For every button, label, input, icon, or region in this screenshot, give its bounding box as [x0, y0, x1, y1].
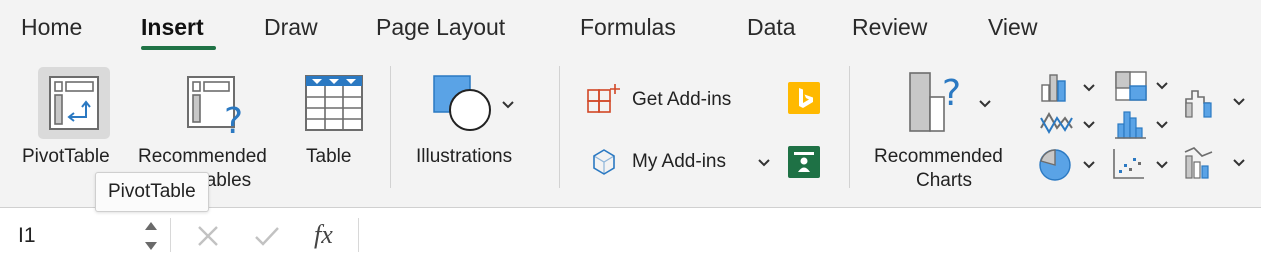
active-tab-indicator — [141, 46, 216, 50]
tab-page-layout[interactable]: Page Layout — [376, 14, 505, 41]
svg-text:?: ? — [224, 101, 243, 139]
tooltip: PivotTable — [95, 172, 209, 212]
histogram-chart-icon — [1115, 111, 1168, 139]
formula-bar-divider — [170, 218, 171, 252]
enter-edit-button[interactable] — [250, 220, 284, 252]
treemap-chart-icon — [1115, 71, 1168, 101]
bing-maps-button[interactable] — [788, 82, 820, 114]
name-box-value: I1 — [18, 224, 36, 247]
recommended-pivottables-icon: ? — [187, 76, 243, 142]
scatter-chart-button[interactable] — [1110, 146, 1174, 182]
pivottable-button[interactable] — [38, 67, 110, 139]
name-box[interactable]: I1 — [0, 208, 168, 263]
x-icon — [198, 226, 218, 246]
pivottable-label: PivotTable — [22, 146, 110, 167]
table-button[interactable] — [298, 67, 370, 139]
waterfall-chart-icon — [1185, 90, 1245, 118]
recommended-charts-label-line2: Charts — [916, 170, 972, 191]
scatter-chart-icon — [1113, 149, 1168, 179]
statistic-chart-button[interactable] — [1112, 106, 1174, 142]
column-chart-icon — [1041, 74, 1095, 102]
fx-icon: fx — [314, 220, 333, 249]
addins-cube-icon — [593, 149, 615, 175]
tab-draw[interactable]: Draw — [264, 14, 318, 41]
pie-chart-icon — [1039, 149, 1095, 181]
illustrations-button[interactable] — [428, 70, 524, 142]
illustrations-icon — [433, 75, 514, 131]
recommended-charts-button[interactable]: ? — [900, 67, 1010, 143]
tab-formulas[interactable]: Formulas — [580, 14, 676, 41]
people-graph-icon — [794, 152, 814, 172]
get-addins-label: Get Add-ins — [632, 89, 732, 110]
column-chart-button[interactable] — [1038, 71, 1100, 103]
tab-home[interactable]: Home — [21, 14, 82, 41]
line-chart-button[interactable] — [1038, 108, 1100, 140]
formula-bar: I1 fx — [0, 207, 1261, 263]
bing-icon — [799, 88, 813, 108]
pie-chart-button[interactable] — [1036, 146, 1100, 182]
group-separator — [390, 66, 391, 188]
check-icon — [255, 227, 279, 246]
cancel-edit-button[interactable] — [192, 220, 224, 252]
tab-data[interactable]: Data — [747, 14, 796, 41]
get-addins-button[interactable]: Get Add-ins — [584, 82, 774, 118]
illustrations-label: Illustrations — [416, 146, 513, 167]
combo-chart-button[interactable] — [1182, 144, 1248, 182]
combo-chart-icon — [1184, 147, 1245, 179]
my-addins-button[interactable]: My Add-ins — [584, 144, 774, 180]
formula-input[interactable] — [360, 216, 1250, 256]
tab-review[interactable]: Review — [852, 14, 927, 41]
line-chart-icon — [1040, 111, 1095, 135]
tab-view[interactable]: View — [988, 14, 1037, 41]
tab-insert[interactable]: Insert — [141, 14, 204, 41]
table-icon — [305, 75, 363, 131]
formula-bar-divider — [358, 218, 359, 252]
recommended-pivottables-label-line1: Recommended — [138, 146, 267, 167]
my-addins-label: My Add-ins — [632, 151, 726, 172]
group-separator — [849, 66, 850, 188]
chevron-down-icon — [758, 159, 770, 167]
pivottable-icon — [49, 76, 99, 130]
hierarchy-chart-button[interactable] — [1112, 69, 1174, 103]
recommended-charts-label-line1: Recommended — [874, 146, 1003, 167]
group-separator — [559, 66, 560, 188]
people-graph-button[interactable] — [788, 146, 820, 178]
insert-function-button[interactable]: fx — [312, 218, 348, 252]
recommended-pivottables-button[interactable]: ? — [180, 67, 252, 142]
waterfall-chart-button[interactable] — [1182, 85, 1248, 121]
store-icon — [587, 84, 620, 113]
name-box-stepper-icon[interactable] — [143, 216, 159, 256]
recommended-charts-icon: ? — [909, 72, 991, 132]
svg-text:?: ? — [942, 73, 961, 114]
ribbon-tab-bar: Home Insert Draw Page Layout Formulas Da… — [0, 0, 1261, 58]
table-label: Table — [306, 146, 352, 167]
